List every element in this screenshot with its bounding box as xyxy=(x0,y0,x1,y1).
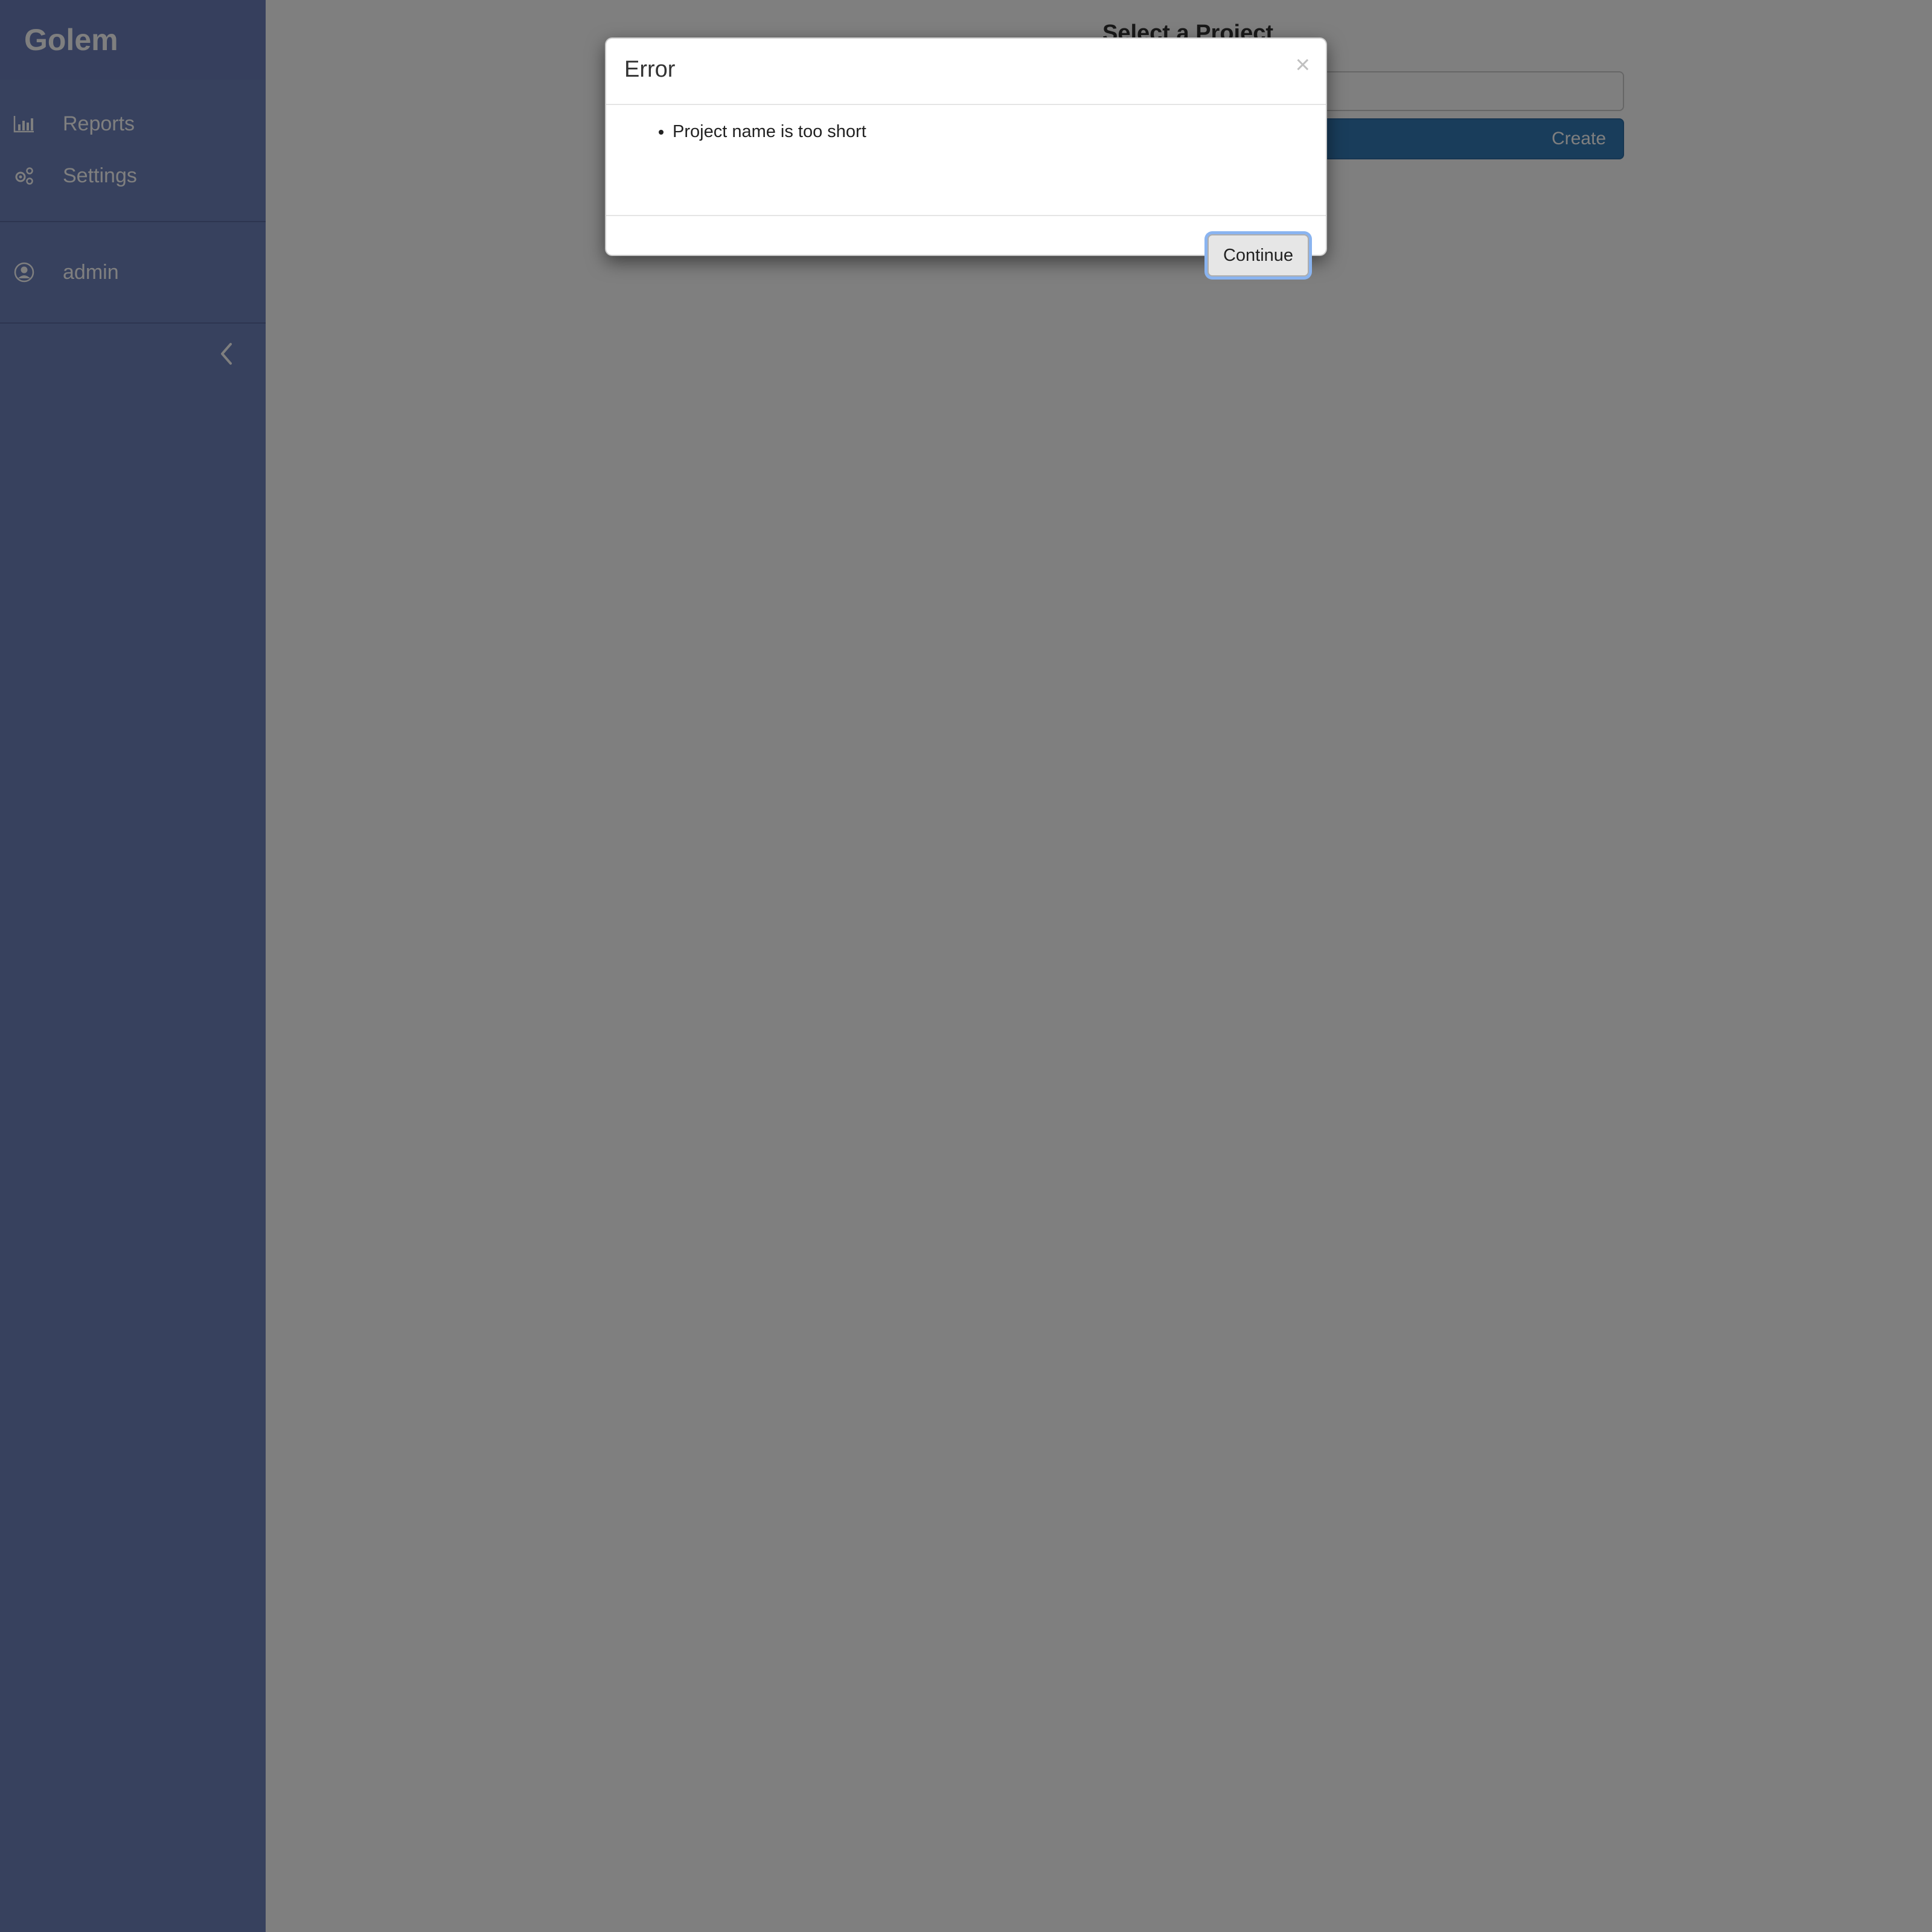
modal-header: Error × xyxy=(606,39,1326,105)
app-root: Golem Reports xyxy=(0,0,1932,1932)
modal-body: Project name is too short xyxy=(606,105,1326,216)
error-modal: Error × Project name is too short Contin… xyxy=(605,37,1327,277)
modal-footer: Continue xyxy=(606,216,1326,292)
modal-title: Error xyxy=(624,57,676,82)
close-icon[interactable]: × xyxy=(1295,52,1310,77)
error-item: Project name is too short xyxy=(673,122,1326,142)
continue-button[interactable]: Continue xyxy=(1208,234,1309,277)
error-list: Project name is too short xyxy=(606,122,1326,142)
